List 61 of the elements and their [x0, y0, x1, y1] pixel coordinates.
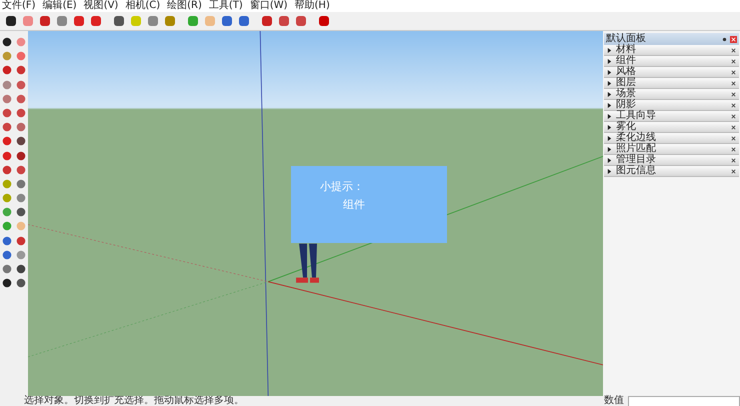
panel-section-label: 风格 — [616, 67, 637, 77]
close-icon[interactable] — [731, 136, 736, 140]
panel-section-label: 阴影 — [616, 100, 637, 110]
expand-triangle-icon — [607, 146, 612, 152]
tip-title: 小提示： — [320, 179, 364, 194]
panel-section[interactable]: 场景 — [604, 89, 739, 100]
panel-section[interactable]: 图元信息 — [604, 166, 739, 177]
panel-section[interactable]: 照片匹配 — [604, 144, 739, 155]
panel-section-label: 工具向导 — [616, 111, 657, 121]
close-icon[interactable] — [731, 114, 736, 118]
panel-section-label: 材料 — [616, 45, 637, 55]
menu-item[interactable]: 工具(T) — [208, 0, 243, 12]
panel-section[interactable]: 风格 — [604, 67, 739, 78]
close-icon[interactable] — [731, 70, 736, 74]
panel-section-label: 柔化边线 — [616, 133, 657, 143]
panel-section-label: 雾化 — [616, 122, 636, 132]
close-icon[interactable] — [731, 158, 736, 162]
measurements-field[interactable] — [628, 396, 740, 406]
expand-triangle-icon — [607, 158, 612, 162]
close-icon[interactable] — [731, 124, 736, 130]
menu-item[interactable]: 编辑(E) — [42, 0, 77, 12]
menu-item[interactable]: 绘图(R) — [167, 0, 202, 12]
tip-text: 组件 — [343, 197, 365, 212]
panel-section-label: 照片匹配 — [616, 144, 657, 154]
expand-triangle-icon — [607, 124, 612, 130]
person-legs-drawing — [296, 244, 319, 283]
panel-section[interactable]: 图层 — [604, 78, 739, 89]
close-icon[interactable] — [731, 48, 736, 52]
panel-section-label: 场景 — [616, 89, 637, 99]
close-icon[interactable] — [731, 168, 736, 174]
panel-section[interactable]: 组件 — [604, 56, 739, 67]
expand-triangle-icon — [607, 102, 612, 108]
panel-section[interactable]: 阴影 — [604, 100, 739, 111]
close-icon[interactable] — [731, 102, 736, 108]
menu-item[interactable]: 帮助(H) — [294, 0, 330, 12]
close-icon[interactable] — [731, 146, 736, 152]
expand-triangle-icon — [607, 80, 612, 86]
close-icon[interactable] — [731, 58, 736, 64]
pin-icon[interactable] — [722, 36, 727, 42]
menu-item[interactable]: 视图(V) — [84, 0, 118, 12]
measurements-label: 数值 — [604, 396, 624, 406]
panel-title: 默认面板 — [606, 33, 647, 44]
panel-section[interactable]: 雾化 — [604, 122, 739, 133]
close-icon[interactable] — [731, 80, 736, 86]
expand-triangle-icon — [607, 48, 612, 52]
panel-section[interactable]: 柔化边线 — [604, 133, 739, 144]
menu-item[interactable]: 相机(C) — [125, 0, 160, 12]
panel-section-label: 组件 — [616, 56, 637, 66]
panel-section[interactable]: 工具向导 — [604, 111, 739, 122]
panel-section-label: 图元信息 — [616, 166, 657, 176]
expand-triangle-icon — [607, 70, 612, 74]
expand-triangle-icon — [607, 114, 612, 118]
expand-triangle-icon — [607, 136, 612, 140]
close-icon[interactable] — [731, 92, 736, 96]
expand-triangle-icon — [607, 168, 612, 174]
panel-section-label: 图层 — [616, 78, 637, 88]
panel-section-label: 管理目录 — [616, 155, 657, 165]
panel-section[interactable]: 管理目录 — [604, 155, 739, 166]
expand-triangle-icon — [607, 92, 612, 96]
expand-triangle-icon — [607, 58, 612, 64]
panel-section[interactable]: 材料 — [604, 45, 739, 56]
